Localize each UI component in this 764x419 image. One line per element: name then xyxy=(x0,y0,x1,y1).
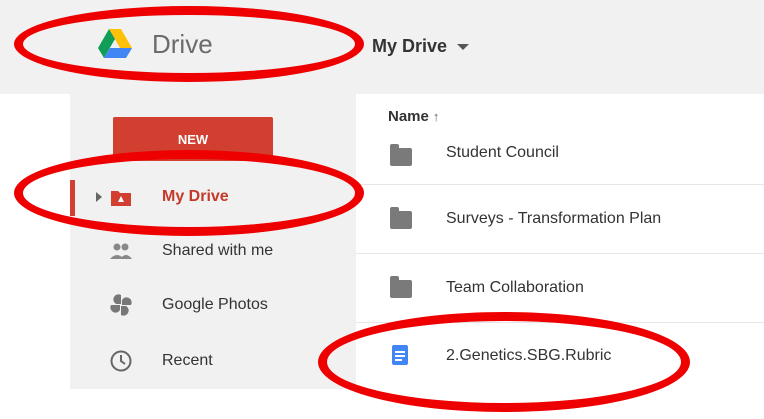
shared-people-icon xyxy=(110,243,132,259)
sidebar-item-label: Google Photos xyxy=(162,296,268,313)
folder-icon xyxy=(390,276,412,298)
file-name: Surveys - Transformation Plan xyxy=(446,210,662,227)
location-title: My Drive xyxy=(372,36,448,56)
annotation-ellipse xyxy=(318,312,690,412)
sidebar-item-google-photos[interactable]: Google Photos xyxy=(70,282,356,328)
clock-icon xyxy=(110,350,132,372)
sidebar-item-label: Shared with me xyxy=(162,242,274,259)
annotation-ellipse xyxy=(14,6,364,82)
location-dropdown[interactable]: My Drive xyxy=(372,36,470,57)
folder-icon xyxy=(390,144,412,166)
name-column-header-label: Name ↑ xyxy=(388,108,440,125)
list-item[interactable]: Surveys - Transformation Plan xyxy=(356,185,764,254)
file-name: Team Collaboration xyxy=(446,279,584,296)
file-name: Student Council xyxy=(446,144,559,161)
list-item[interactable]: Student Council xyxy=(356,124,764,185)
list-item[interactable]: Team Collaboration xyxy=(356,254,764,323)
sidebar-item-label: Recent xyxy=(162,352,213,369)
google-photos-icon xyxy=(110,294,132,316)
caret-down-icon xyxy=(457,43,470,50)
sidebar-item-recent[interactable]: Recent xyxy=(70,338,356,384)
annotation-ellipse xyxy=(14,150,364,236)
folder-icon xyxy=(390,207,412,229)
